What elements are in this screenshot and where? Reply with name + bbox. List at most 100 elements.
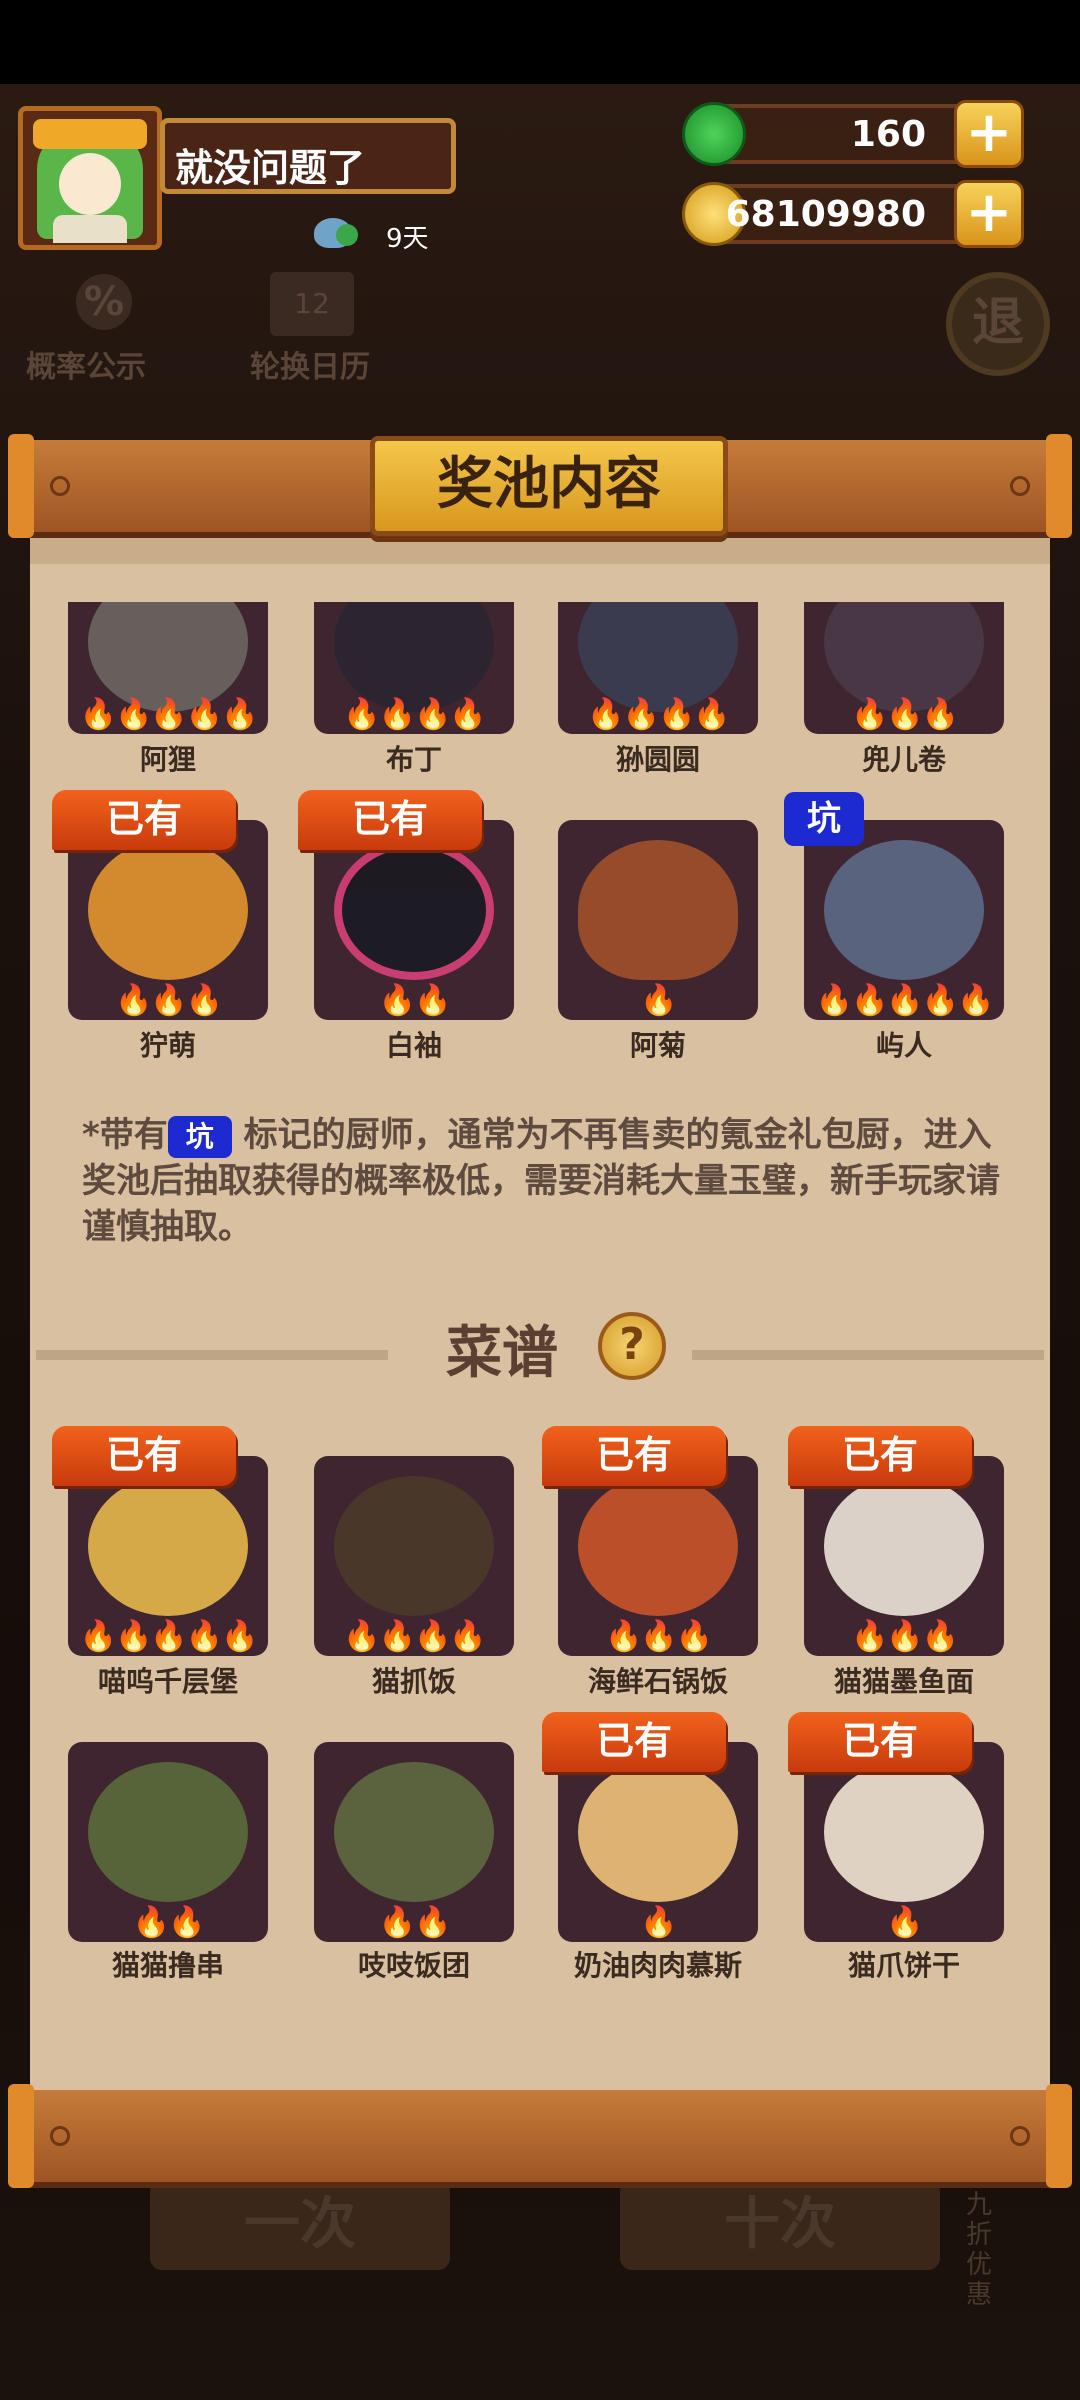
recipe-name: 猫猫墨鱼面 xyxy=(833,1665,974,1698)
owned-tag: 已有 xyxy=(788,1426,972,1486)
star-flames: 🔥🔥🔥 xyxy=(604,1619,713,1654)
recipe-image xyxy=(88,1762,248,1902)
help-icon[interactable]: ? xyxy=(598,1312,666,1380)
star-flames: 🔥🔥🔥 xyxy=(850,697,959,732)
chef-card[interactable]: 🔥🔥 xyxy=(314,820,514,1020)
chef-portrait xyxy=(334,602,494,712)
owned-tag: 已有 xyxy=(542,1712,726,1772)
recipe-card[interactable]: 🔥🔥🔥 xyxy=(558,1456,758,1656)
player-avatar[interactable] xyxy=(18,106,162,250)
dialog-title: 奖池内容 xyxy=(437,452,661,517)
star-flames: 🔥 xyxy=(640,983,677,1018)
star-flames: 🔥🔥 xyxy=(378,1905,452,1940)
recipe-card[interactable]: 🔥🔥 xyxy=(314,1742,514,1942)
avatar-face xyxy=(59,153,121,215)
login-days: 9天 xyxy=(386,224,429,254)
star-flames: 🔥🔥🔥 xyxy=(850,1619,959,1654)
dialog-scroll-bottom xyxy=(8,2084,1072,2188)
star-flames: 🔥🔥🔥🔥🔥 xyxy=(79,697,259,732)
star-flames: 🔥 xyxy=(640,1905,677,1940)
recipes-title: 菜谱 xyxy=(446,1321,558,1386)
player-name: 就没问题了 xyxy=(175,146,366,190)
star-flames: 🔥🔥🔥🔥 xyxy=(343,697,486,732)
recipe-card[interactable]: 🔥🔥🔥 xyxy=(804,1456,1004,1656)
chef-card[interactable]: 🔥🔥🔥🔥 xyxy=(558,602,758,734)
recipe-name: 奶油肉肉慕斯 xyxy=(573,1949,742,1982)
avatar-body xyxy=(53,215,127,243)
recipe-image xyxy=(578,1762,738,1902)
add-jade-button[interactable]: + xyxy=(954,100,1024,168)
recipe-image xyxy=(578,1476,738,1616)
calendar-button[interactable]: 12 轮换日历 xyxy=(250,270,390,385)
owned-tag: 已有 xyxy=(52,1426,236,1486)
divider-right xyxy=(692,1350,1044,1360)
chef-portrait xyxy=(88,840,248,980)
owned-tag: 已有 xyxy=(542,1426,726,1486)
recipe-card[interactable]: 🔥🔥 xyxy=(68,1742,268,1942)
chef-name: 白袖 xyxy=(385,1029,442,1062)
chef-portrait xyxy=(334,840,494,980)
probability-button[interactable]: % 概率公示 xyxy=(26,270,170,385)
divider-left xyxy=(36,1350,388,1360)
jade-counter: 160 + xyxy=(682,100,1024,168)
draw-ten-button[interactable]: 十次 xyxy=(620,2180,940,2270)
dialog-title-banner: 奖池内容 xyxy=(370,436,728,536)
star-flames: 🔥🔥🔥🔥🔥 xyxy=(79,1619,259,1654)
chef-portrait xyxy=(578,840,738,980)
star-flames: 🔥 xyxy=(886,1905,923,1940)
percent-icon: % xyxy=(76,274,132,330)
chef-card[interactable]: 🔥🔥🔥🔥🔥 xyxy=(804,820,1004,1020)
probability-label: 概率公示 xyxy=(26,350,146,385)
discount-tag: 九折优惠 xyxy=(966,2190,993,2310)
chef-card[interactable]: 🔥🔥🔥 xyxy=(68,820,268,1020)
star-flames: 🔥🔥 xyxy=(378,983,452,1018)
recipe-name: 喵呜千层堡 xyxy=(97,1665,238,1698)
recipe-name: 海鲜石锅饭 xyxy=(587,1665,728,1698)
recipe-name: 猫猫撸串 xyxy=(111,1949,224,1982)
star-flames: 🔥🔥 xyxy=(132,1905,206,1940)
recipe-card[interactable]: 🔥 xyxy=(558,1742,758,1942)
chef-name: 布丁 xyxy=(385,743,442,776)
recipe-card[interactable]: 🔥🔥🔥🔥🔥 xyxy=(68,1456,268,1656)
recipe-card[interactable]: 🔥🔥🔥🔥 xyxy=(314,1456,514,1656)
chef-name: 兜儿卷 xyxy=(861,743,946,776)
chef-name: 阿菊 xyxy=(629,1029,686,1062)
chef-name: 屿人 xyxy=(875,1029,932,1062)
coin-counter: 68109980 + xyxy=(682,180,1024,248)
calendar-icon: 12 xyxy=(270,272,354,336)
coin-amount: 68109980 xyxy=(725,194,926,235)
recipe-image xyxy=(824,1476,984,1616)
recipe-image xyxy=(88,1476,248,1616)
recipe-image xyxy=(824,1762,984,1902)
pit-notice-prefix: *带有 xyxy=(82,1115,168,1155)
recipe-name: 猫爪饼干 xyxy=(847,1949,960,1982)
pit-tag: 坑 xyxy=(784,792,864,846)
recipe-image xyxy=(334,1762,494,1902)
recipe-image xyxy=(334,1476,494,1616)
calendar-label: 轮换日历 xyxy=(250,350,370,385)
chef-card[interactable]: 🔥 xyxy=(558,820,758,1020)
recipe-card[interactable]: 🔥 xyxy=(804,1742,1004,1942)
owned-tag: 已有 xyxy=(298,790,482,850)
star-flames: 🔥🔥🔥🔥 xyxy=(343,1619,486,1654)
chef-card[interactable]: 🔥🔥🔥 xyxy=(804,602,1004,734)
star-flames: 🔥🔥🔥🔥 xyxy=(587,697,730,732)
recipe-name: 猫抓饭 xyxy=(371,1665,456,1698)
owned-tag: 已有 xyxy=(788,1712,972,1772)
status-bar xyxy=(0,0,1080,84)
avatar-hat xyxy=(33,119,147,149)
login-days-icon xyxy=(314,210,358,254)
draw-once-button[interactable]: 一次 xyxy=(150,2180,450,2270)
player-nameplate[interactable]: 就没问题了 xyxy=(160,118,456,194)
exit-button[interactable]: 退 xyxy=(946,272,1050,376)
chef-name: 狲圆圆 xyxy=(615,743,700,776)
star-flames: 🔥🔥🔥 xyxy=(114,983,223,1018)
add-coin-button[interactable]: + xyxy=(954,180,1024,248)
owned-tag: 已有 xyxy=(52,790,236,850)
jade-amount: 160 xyxy=(850,114,926,155)
chef-name: 阿狸 xyxy=(139,743,196,776)
star-flames: 🔥🔥🔥🔥🔥 xyxy=(815,983,995,1018)
chef-card[interactable]: 🔥🔥🔥🔥 xyxy=(314,602,514,734)
chef-card[interactable]: 🔥🔥🔥🔥🔥 xyxy=(68,602,268,734)
chef-portrait xyxy=(824,840,984,980)
